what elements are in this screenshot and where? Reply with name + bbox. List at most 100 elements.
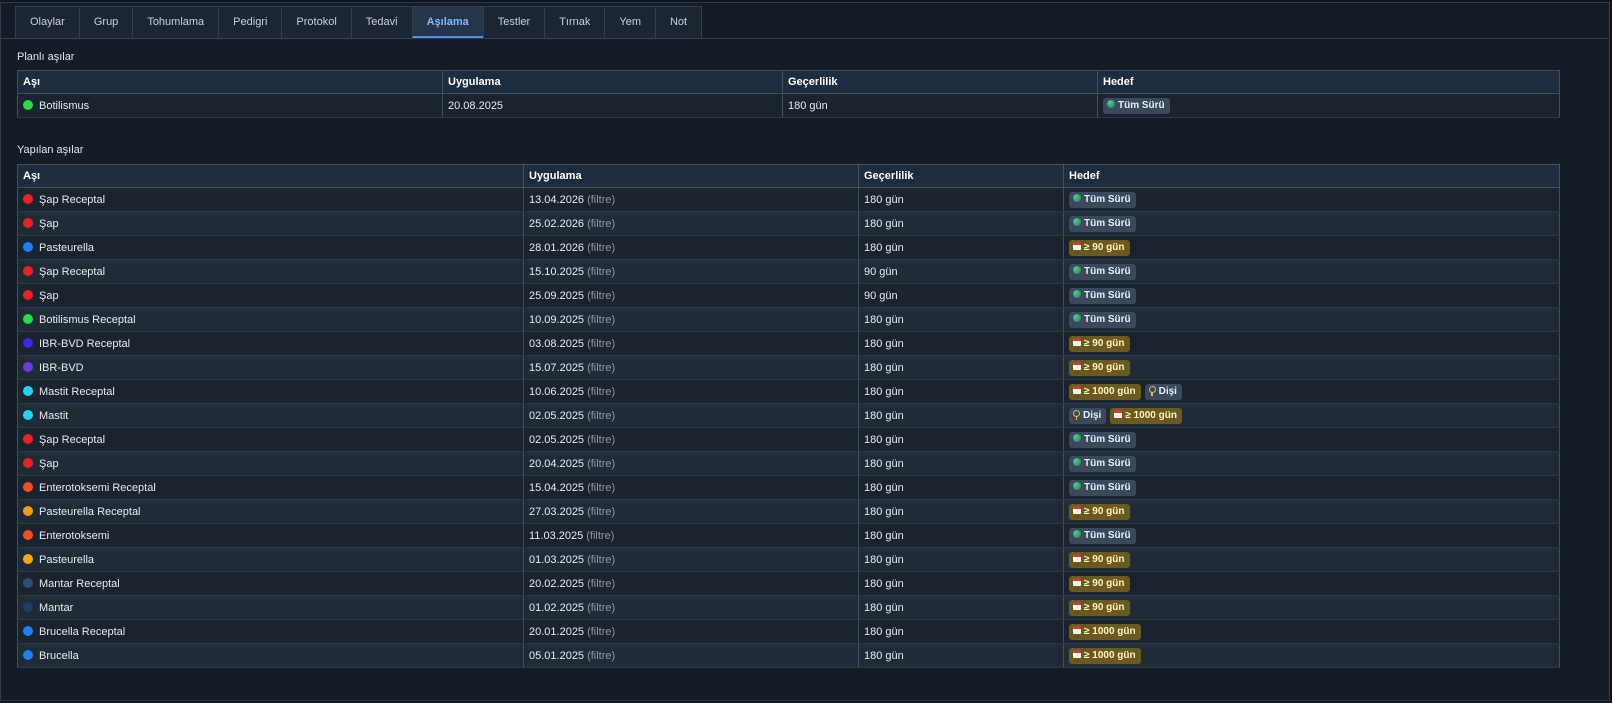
application-date-cell: 20.02.2025 (filtre): [523, 571, 859, 596]
vaccine-name-cell: Şap: [17, 451, 524, 476]
female-icon: [1148, 385, 1156, 396]
column-header: Uygulama: [523, 164, 859, 188]
application-date: 10.06.2025: [529, 385, 585, 398]
table-row[interactable]: Şap 25.09.2025 (filtre) 90 gün Tüm Sürü: [17, 283, 1560, 308]
table-row[interactable]: Mastit Receptal 10.06.2025 (filtre) 180 gün…: [17, 379, 1560, 404]
filter-link[interactable]: (filtre): [587, 338, 615, 350]
filter-link[interactable]: (filtre): [586, 530, 614, 542]
application-date-cell: 28.01.2026 (filtre): [523, 235, 859, 260]
vaccine-name-cell: Botilismus Receptal: [17, 307, 524, 332]
application-date: 20.01.2025: [529, 625, 585, 638]
table-row[interactable]: Botilismus 20.08.2025 180 gün Tüm Sürü: [17, 93, 1560, 118]
filter-link[interactable]: (filtre): [587, 314, 615, 326]
table-row[interactable]: Mantar 01.02.2025 (filtre) 180 gün ≥ 90 gün: [17, 595, 1560, 620]
calendar-icon: [1073, 649, 1081, 658]
color-dot-icon: [23, 553, 33, 564]
color-dot-icon: [23, 361, 33, 372]
vaccine-name-cell: Şap: [17, 283, 524, 308]
globe-icon: [1073, 289, 1081, 298]
target-cell: Tüm Sürü: [1097, 93, 1560, 118]
table-row[interactable]: Şap Receptal 02.05.2025 (filtre) 180 gün Tüm…: [17, 427, 1560, 452]
vaccine-name: Mantar: [39, 601, 74, 614]
filter-link[interactable]: (filtre): [587, 410, 615, 422]
filter-link[interactable]: (filtre): [587, 482, 615, 494]
table-row[interactable]: IBR-BVD Receptal 03.08.2025 (filtre) 180 gü…: [17, 331, 1560, 356]
application-date-cell: 15.04.2025 (filtre): [523, 475, 859, 500]
target-badge-days: ≥ 1000 gün: [1110, 407, 1182, 424]
table-row[interactable]: Pasteurella 01.03.2025 (filtre) 180 gün ≥ 90…: [17, 547, 1560, 572]
tab-yem[interactable]: Yem: [604, 6, 656, 38]
filter-link[interactable]: (filtre): [587, 650, 615, 662]
application-date-cell: 02.05.2025 (filtre): [523, 403, 859, 428]
table-row[interactable]: Mastit 02.05.2025 (filtre) 180 gün Dişi ≥ 100…: [17, 403, 1560, 428]
table-row[interactable]: IBR-BVD 15.07.2025 (filtre) 180 gün ≥ 90 gün: [17, 355, 1560, 380]
target-badge-days: ≥ 90 gün: [1069, 335, 1130, 352]
application-date: 15.07.2025: [529, 361, 585, 374]
table-row[interactable]: Şap 25.02.2026 (filtre) 180 gün Tüm Sürü: [17, 211, 1560, 236]
filter-link[interactable]: (filtre): [587, 290, 615, 302]
table-row[interactable]: Botilismus Receptal 10.09.2025 (filtre) 180…: [17, 307, 1560, 332]
application-date: 11.03.2025: [529, 529, 584, 542]
target-badge-label: Tüm Sürü: [1084, 193, 1131, 205]
validity-cell: 180 gün: [858, 499, 1064, 524]
filter-link[interactable]: (filtre): [587, 266, 615, 278]
filter-link[interactable]: (filtre): [587, 458, 615, 470]
filter-link[interactable]: (filtre): [587, 626, 615, 638]
table-row[interactable]: Şap Receptal 13.04.2026 (filtre) 180 gün Tüm…: [17, 187, 1560, 212]
target-badge-days: ≥ 1000 gün: [1069, 383, 1141, 400]
tab-protokol[interactable]: Protokol: [281, 6, 352, 38]
table-row[interactable]: Pasteurella 28.01.2026 (filtre) 180 gün ≥ 90…: [17, 235, 1560, 260]
filter-link[interactable]: (filtre): [587, 506, 615, 518]
filter-link[interactable]: (filtre): [587, 242, 615, 254]
table-row[interactable]: Brucella 05.01.2025 (filtre) 180 gün ≥ 1000 …: [17, 643, 1560, 668]
tab-olaylar[interactable]: Olaylar: [15, 6, 80, 38]
color-dot-icon: [23, 409, 33, 420]
target-cell: ≥ 90 gün: [1063, 235, 1560, 260]
tab-aşılama[interactable]: Aşılama: [411, 6, 484, 38]
table-row[interactable]: Enterotoksemi 11.03.2025 (filtre) 180 gün Tü…: [17, 523, 1560, 548]
filter-link[interactable]: (filtre): [587, 362, 615, 374]
target-badge-label: ≥ 90 gün: [1084, 241, 1125, 253]
color-dot-icon: [23, 505, 33, 516]
tab-tohumlama[interactable]: Tohumlama: [132, 6, 220, 38]
application-date-cell: 20.08.2025: [442, 93, 783, 118]
tab-grup[interactable]: Grup: [78, 6, 134, 38]
filter-link[interactable]: (filtre): [587, 578, 615, 590]
globe-icon: [1073, 265, 1081, 274]
color-dot-icon: [23, 193, 33, 204]
color-dot-icon: [23, 313, 33, 324]
table-row[interactable]: Mantar Receptal 20.02.2025 (filtre) 180 gün…: [17, 571, 1560, 596]
tab-tedavi[interactable]: Tedavi: [350, 6, 413, 38]
target-cell: ≥ 90 gün: [1063, 571, 1560, 596]
vaccine-name-cell: Mantar: [17, 595, 524, 620]
target-cell: Tüm Sürü: [1063, 283, 1560, 308]
filter-link[interactable]: (filtre): [587, 554, 615, 566]
vaccine-name-cell: Şap Receptal: [17, 187, 524, 212]
table-row[interactable]: Pasteurella Receptal 27.03.2025 (filtre) 18…: [17, 499, 1560, 524]
filter-link[interactable]: (filtre): [587, 218, 615, 230]
filter-link[interactable]: (filtre): [587, 386, 615, 398]
target-badge-label: Tüm Sürü: [1084, 265, 1131, 277]
vaccine-name: Pasteurella: [39, 241, 95, 254]
filter-link[interactable]: (filtre): [587, 434, 615, 446]
validity-cell: 180 gün: [858, 451, 1064, 476]
table-row[interactable]: Brucella Receptal 20.01.2025 (filtre) 180 g…: [17, 619, 1560, 644]
table-row[interactable]: Şap 20.04.2025 (filtre) 180 gün Tüm Sürü: [17, 451, 1560, 476]
color-dot-icon: [23, 457, 33, 468]
filter-link[interactable]: (filtre): [587, 194, 615, 206]
tab-tırnak[interactable]: Tırnak: [544, 6, 606, 38]
table-row[interactable]: Enterotoksemi Receptal 15.04.2025 (filtre)…: [17, 475, 1560, 500]
vaccine-name: Şap Receptal: [39, 265, 106, 278]
tab-not[interactable]: Not: [654, 6, 703, 38]
application-date: 02.05.2025: [529, 433, 585, 446]
color-dot-icon: [23, 217, 33, 228]
application-date-cell: 15.10.2025 (filtre): [523, 259, 859, 284]
tab-pedigri[interactable]: Pedigri: [218, 6, 283, 38]
target-badge-label: ≥ 1000 gün: [1084, 649, 1136, 661]
globe-icon: [1073, 481, 1081, 490]
filter-link[interactable]: (filtre): [587, 602, 615, 614]
validity-cell: 180 gün: [858, 547, 1064, 572]
tab-testler[interactable]: Testler: [482, 6, 546, 38]
target-badge-herd: Tüm Sürü: [1069, 479, 1136, 496]
table-row[interactable]: Şap Receptal 15.10.2025 (filtre) 90 gün Tüm …: [17, 259, 1560, 284]
